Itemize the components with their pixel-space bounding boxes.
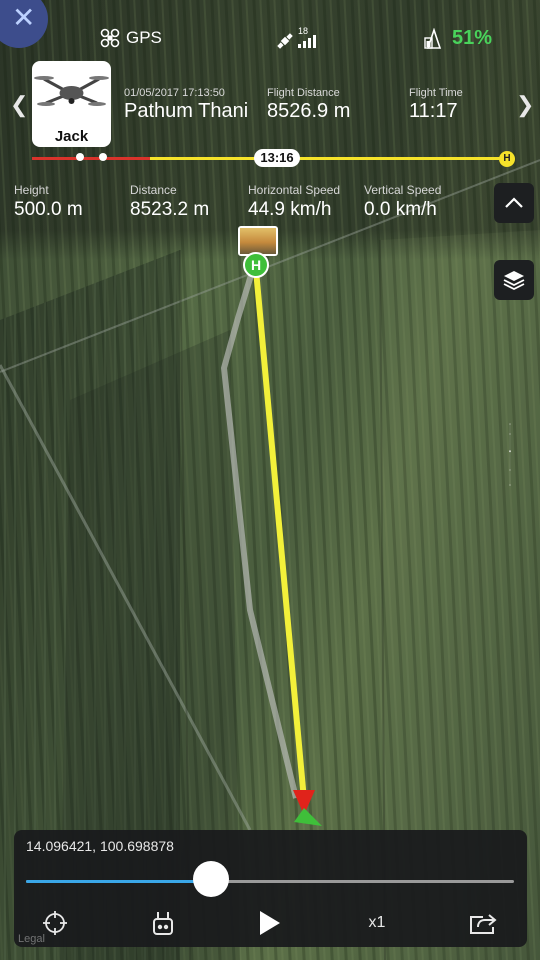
map-legal-watermark: Legal xyxy=(18,933,45,945)
close-icon: ✕ xyxy=(12,2,36,33)
battery-icon xyxy=(424,27,442,49)
timeline-current-time[interactable]: 13:16 xyxy=(254,149,300,167)
satellite-count: 18 xyxy=(298,26,308,36)
flight-record-screen: ✕ GPS 18 51% ❮ Jack 01/05/2017 17:13:50 … xyxy=(0,0,540,960)
drone-image xyxy=(34,76,109,106)
satellite-icon: 18 xyxy=(277,26,316,49)
satellite-signal: 18 xyxy=(274,26,318,55)
stat-hspeed-label: Horizontal Speed xyxy=(248,183,341,197)
map-layers-button[interactable] xyxy=(494,260,534,300)
gps-status: GPS xyxy=(100,28,162,48)
chevron-right-icon[interactable]: ❯ xyxy=(516,92,534,118)
flight-time-value: 11:17 xyxy=(409,100,458,122)
drone-icon xyxy=(100,28,120,48)
stat-vspeed-label: Vertical Speed xyxy=(364,183,442,197)
playback-speed-button[interactable]: x1 xyxy=(362,908,392,938)
stat-distance-value: 8523.2 m xyxy=(130,199,210,220)
chevron-up-icon xyxy=(505,197,523,208)
playback-panel: 14.096421, 100.698878 x1 xyxy=(14,830,527,947)
flight-distance-label: Flight Distance xyxy=(267,87,340,99)
flight-datetime: 01/05/2017 17:13:50 xyxy=(124,87,225,99)
flight-time-label: Flight Time xyxy=(409,87,463,99)
play-icon xyxy=(260,911,280,935)
stat-hspeed-value: 44.9 km/h xyxy=(248,199,332,220)
aircraft-thumbnail[interactable]: Jack xyxy=(32,61,111,147)
playback-slider-handle[interactable] xyxy=(193,861,230,897)
timeline-event-dot[interactable] xyxy=(76,153,84,161)
remote-controller-button[interactable] xyxy=(148,908,178,938)
remote-controller-icon xyxy=(153,912,173,935)
battery-percent: 51% xyxy=(452,27,493,49)
gps-label: GPS xyxy=(126,28,162,47)
layers-icon xyxy=(503,271,525,291)
crosshair-icon xyxy=(43,911,67,935)
playback-slider[interactable] xyxy=(26,880,514,883)
stat-height-label: Height xyxy=(14,183,49,197)
share-button[interactable] xyxy=(468,908,498,938)
home-point-marker[interactable]: H xyxy=(243,252,269,278)
stat-vspeed-value: 0.0 km/h xyxy=(364,199,437,220)
chevron-left-icon[interactable]: ❮ xyxy=(10,92,28,118)
collapse-button[interactable] xyxy=(494,183,534,223)
timeline-event-dot[interactable] xyxy=(99,153,107,161)
zoom-scale[interactable] xyxy=(509,300,511,610)
gps-coordinates: 14.096421, 100.698878 xyxy=(26,838,174,854)
playback-slider-fill xyxy=(26,880,212,883)
flight-location: Pathum Thani xyxy=(124,100,249,122)
share-icon xyxy=(470,914,497,934)
aircraft-name: Jack xyxy=(54,128,89,145)
flight-distance-value: 8526.9 m xyxy=(267,100,351,122)
battery-status: 51% xyxy=(424,27,492,50)
timeline-home-marker: H xyxy=(499,151,515,167)
stat-distance-label: Distance xyxy=(130,183,177,197)
play-button[interactable] xyxy=(254,908,284,938)
stat-height-value: 500.0 m xyxy=(14,199,83,220)
